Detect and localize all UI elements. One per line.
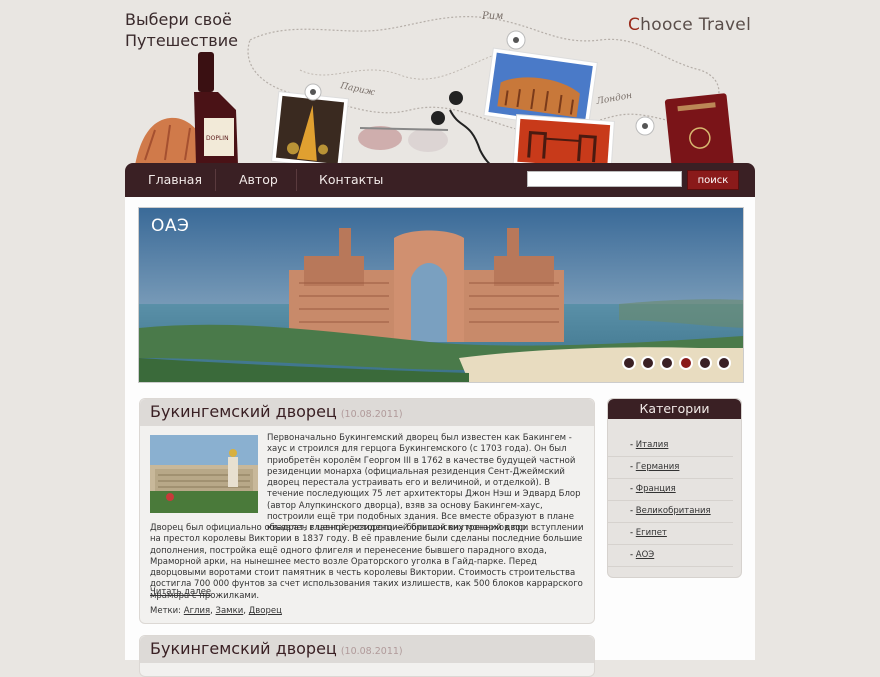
read-more-link[interactable]: Читать далее xyxy=(150,587,211,597)
post-body-text: Дворец был официально объявлен главной р… xyxy=(150,523,584,601)
category-link-uk[interactable]: Великобритания xyxy=(636,506,711,516)
post-header: Букингемский дворец (10.08.2011) xyxy=(140,636,594,663)
nav-divider xyxy=(215,169,216,191)
main-navbar: Главная Автор Контакты поиск xyxy=(125,163,755,197)
tag-link[interactable]: Замки xyxy=(216,606,244,616)
header: Рим Париж Лондон DOPLIN Выбери своё Путе… xyxy=(0,0,880,165)
nav-divider xyxy=(296,169,297,191)
post-header: Букингемский дворец (10.08.2011) xyxy=(140,399,594,426)
tags-label: Метки: xyxy=(150,606,182,616)
category-item: - Германия xyxy=(608,457,733,479)
slider-dot[interactable] xyxy=(641,356,655,370)
sidebar-title: Категории xyxy=(608,399,741,419)
post-date: (10.08.2011) xyxy=(340,409,403,420)
photo-london-icon xyxy=(512,114,615,165)
passport-icon xyxy=(664,93,734,165)
post-card: Букингемский дворец (10.08.2011) Первонач… xyxy=(139,398,595,624)
category-link-france[interactable]: Франция xyxy=(636,484,676,494)
category-item: - АОЭ xyxy=(608,545,733,567)
category-list: - Италия - Германия - Франция - Великобр… xyxy=(608,435,741,567)
slogan-line-1: Выбери своё xyxy=(125,10,232,29)
category-link-germany[interactable]: Германия xyxy=(636,462,680,472)
post-date: (10.08.2011) xyxy=(340,646,403,657)
photo-paris-icon xyxy=(270,90,350,165)
category-link-uae[interactable]: АОЭ xyxy=(636,550,654,560)
featured-slider[interactable]: ОАЭ xyxy=(138,207,744,383)
nav-item-author[interactable]: Автор xyxy=(239,163,278,197)
post-title-text[interactable]: Букингемский дворец xyxy=(150,639,337,658)
site-slogan: Выбери своё Путешествие xyxy=(125,9,238,51)
nav-item-contacts[interactable]: Контакты xyxy=(319,163,383,197)
tag-link[interactable]: Аглия xyxy=(184,606,210,616)
map-label-paris: Париж xyxy=(338,81,376,98)
slogan-line-2: Путешествие xyxy=(125,31,238,50)
post-title[interactable]: Букингемский дворец (10.08.2011) xyxy=(150,402,403,421)
category-item: - Франция xyxy=(608,479,733,501)
category-item: - Египет xyxy=(608,523,733,545)
tag-link[interactable]: Дворец xyxy=(249,606,282,616)
category-link-egypt[interactable]: Египет xyxy=(636,528,667,538)
slider-dot[interactable] xyxy=(660,356,674,370)
buckingham-palace-image xyxy=(150,435,258,513)
brand-name-rest: hooce Travel xyxy=(640,15,752,35)
categories-sidebar: Категории - Италия - Германия - Франция … xyxy=(607,398,742,578)
category-item: - Италия xyxy=(608,435,733,457)
brand-first-letter: C xyxy=(628,15,641,35)
slider-pagination xyxy=(622,356,731,370)
slider-dot[interactable] xyxy=(698,356,712,370)
map-label-london: Лондон xyxy=(595,91,633,107)
earphones-icon xyxy=(431,91,493,165)
wine-label-text: DOPLIN xyxy=(206,135,229,142)
slider-dot[interactable] xyxy=(717,356,731,370)
category-link-italy[interactable]: Италия xyxy=(636,440,669,450)
brand-logo[interactable]: Chooce Travel xyxy=(628,15,751,35)
nav-item-home[interactable]: Главная xyxy=(148,163,202,197)
search-button[interactable]: поиск xyxy=(687,170,739,190)
post-tags: Метки: Аглия, Замки, Дворец xyxy=(150,606,282,616)
post-title[interactable]: Букингемский дворец (10.08.2011) xyxy=(150,639,403,658)
map-label-rome: Рим xyxy=(481,11,503,22)
post-thumbnail[interactable] xyxy=(150,435,258,513)
search-input[interactable] xyxy=(527,171,682,187)
post-excerpt: Первоначально Букингемский дворец был из… xyxy=(267,433,581,534)
post-title-text[interactable]: Букингемский дворец xyxy=(150,402,337,421)
wine-bottle-icon: DOPLIN xyxy=(194,52,238,165)
slider-dot[interactable] xyxy=(622,356,636,370)
slider-dot[interactable] xyxy=(679,356,693,370)
post-card: Букингемский дворец (10.08.2011) xyxy=(139,635,595,677)
category-item: - Великобритания xyxy=(608,501,733,523)
slider-title: ОАЭ xyxy=(151,216,190,236)
sunglasses-icon xyxy=(358,126,449,152)
